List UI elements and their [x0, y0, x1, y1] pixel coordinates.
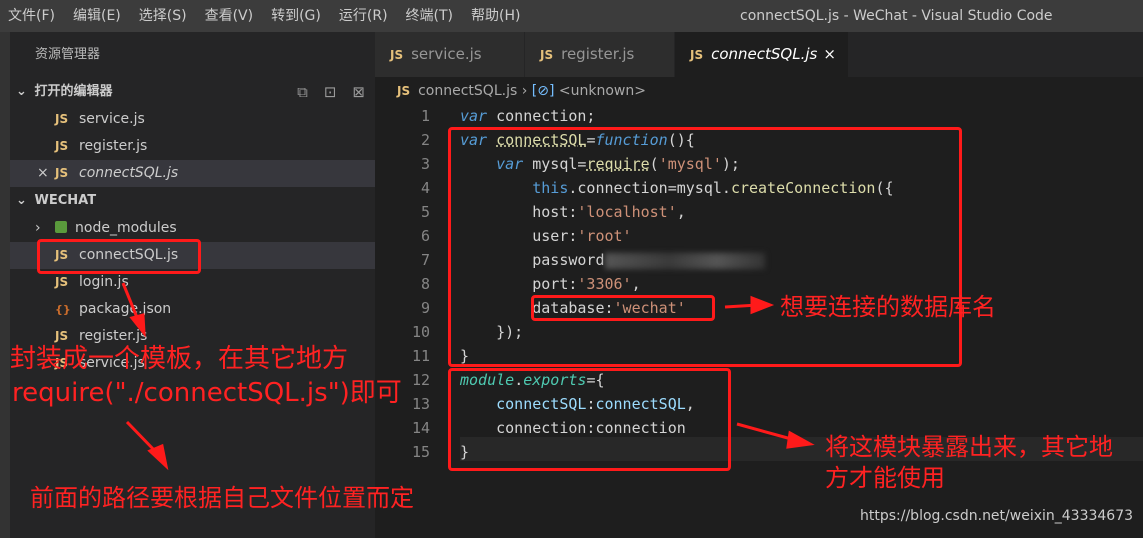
annotation-export-1: 将这模块暴露出来，其它地: [825, 433, 1113, 461]
annotation-template-2: require("./connectSQL.js")即可: [12, 378, 402, 408]
arrow-template: [121, 282, 140, 321]
highlight-exports-block: [448, 368, 731, 471]
annotation-db-name: 想要连接的数据库名: [780, 293, 996, 321]
arrowhead-icon: [147, 443, 169, 471]
annotation-path-note: 前面的路径要根据自己文件位置而定: [30, 484, 414, 512]
arrowhead-icon: [129, 313, 146, 338]
annotation-export-2: 方才能使用: [825, 464, 945, 492]
arrow-path: [125, 420, 158, 454]
highlight-database: [531, 295, 715, 321]
watermark: https://blog.csdn.net/weixin_43334673: [860, 508, 1134, 524]
arrowhead-icon: [786, 430, 815, 449]
annotation-template-1: 封装成一个模板，在其它地方: [10, 344, 349, 374]
highlight-connectsql-file: [37, 239, 201, 274]
arrow-export: [736, 422, 796, 442]
highlight-function-block: [448, 127, 962, 367]
